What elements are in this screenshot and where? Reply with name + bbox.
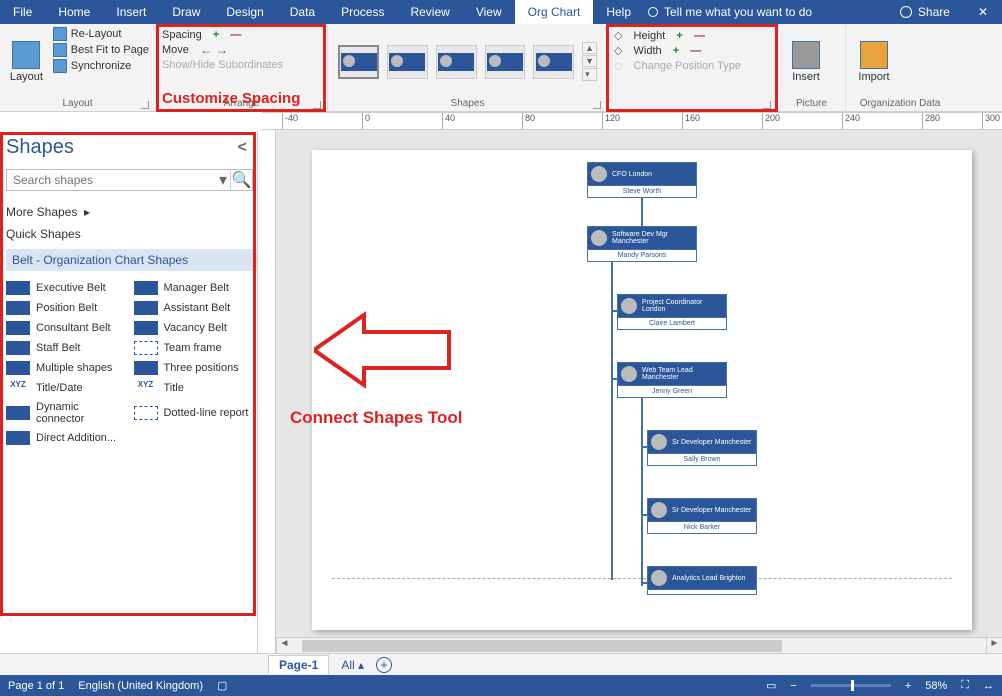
share-button[interactable]: Share xyxy=(886,5,964,19)
share-label: Share xyxy=(918,5,950,19)
group-label-orgdata: Organization Data xyxy=(852,96,948,111)
tell-me[interactable]: Tell me what you want to do xyxy=(648,5,886,19)
share-icon xyxy=(900,6,912,18)
import-button[interactable]: Import xyxy=(852,27,896,96)
horizontal-ruler: -40 0 40 80 120 160 200 240 280 300 xyxy=(262,112,1002,130)
tell-me-label: Tell me what you want to do xyxy=(664,5,812,19)
org-shape[interactable]: CFO LondonSteve Worth xyxy=(587,162,697,198)
shape-style-5[interactable] xyxy=(533,45,574,79)
org-shape[interactable]: Analytics Lead Brighton xyxy=(647,566,757,595)
tab-process[interactable]: Process xyxy=(328,0,397,24)
shapes-dialog-launcher[interactable] xyxy=(593,101,601,109)
org-shape-name: Mandy Parsons xyxy=(588,249,696,261)
org-shape-title: Project Coordinator London xyxy=(618,295,726,317)
org-shape-name: Steve Worth xyxy=(588,185,696,197)
org-shape-name: Sally Brown xyxy=(648,453,756,465)
org-shape[interactable]: Software Dev Mgr ManchesterMandy Parsons xyxy=(587,226,697,262)
relayout-button[interactable]: Re-Layout xyxy=(53,27,149,41)
shape-style-2[interactable] xyxy=(387,45,428,79)
zoom-level[interactable]: 58% xyxy=(925,680,947,692)
best-fit-button[interactable]: Best Fit to Page xyxy=(53,43,149,57)
org-shape[interactable]: Sr Developer ManchesterNick Barker xyxy=(647,498,757,534)
page[interactable]: CFO LondonSteve Worth Software Dev Mgr Ma… xyxy=(312,150,972,630)
tab-home[interactable]: Home xyxy=(45,0,103,24)
group-label-shapes: Shapes xyxy=(334,96,601,111)
tab-view[interactable]: View xyxy=(463,0,515,24)
org-shape-name xyxy=(648,589,756,594)
tab-org-chart[interactable]: Org Chart xyxy=(515,0,594,24)
annotation-arrow xyxy=(314,310,454,390)
drawing-canvas[interactable]: CFO LondonSteve Worth Software Dev Mgr Ma… xyxy=(258,130,1002,653)
all-pages-button[interactable]: All ▴ xyxy=(341,658,364,672)
shape-style-3[interactable] xyxy=(436,45,477,79)
scroll-right-icon[interactable]: ► xyxy=(986,638,1002,653)
layout-icon xyxy=(12,41,40,69)
org-shape-name: Jenny Green xyxy=(618,385,726,397)
org-shape-title: Web Team Lead Manchester xyxy=(618,363,726,385)
status-language[interactable]: English (United Kingdom) xyxy=(78,680,203,692)
scroll-left-icon[interactable]: ◄ xyxy=(276,638,292,653)
status-page: Page 1 of 1 xyxy=(8,680,64,692)
annotation-box-wh xyxy=(606,24,778,112)
page-tabs: Page-1 All ▴ + xyxy=(0,653,1002,675)
group-label-layout: Layout xyxy=(6,96,149,111)
tab-file[interactable]: File xyxy=(0,0,45,24)
bestfit-icon xyxy=(53,43,67,57)
annotation-label-spacing: Customize Spacing xyxy=(162,90,300,107)
tab-data[interactable]: Data xyxy=(277,0,328,24)
org-shape[interactable]: Sr Developer ManchesterSally Brown xyxy=(647,430,757,466)
shape-style-1[interactable] xyxy=(338,45,379,79)
layout-button[interactable]: Layout xyxy=(6,27,47,96)
vertical-ruler xyxy=(258,130,276,653)
group-label-picture: Picture xyxy=(784,96,839,111)
tab-draw[interactable]: Draw xyxy=(159,0,213,24)
zoom-out-icon[interactable]: − xyxy=(790,680,796,692)
macro-record-icon[interactable]: ▢ xyxy=(217,679,227,692)
org-shape-name: Claire Lambert xyxy=(618,317,726,329)
org-shape-title: Sr Developer Manchester xyxy=(648,431,756,453)
insert-picture-icon xyxy=(792,41,820,69)
tab-review[interactable]: Review xyxy=(397,0,462,24)
fit-page-icon[interactable]: ⛶ xyxy=(961,679,969,692)
shapes-gallery-scroll[interactable]: ▲▼▾ xyxy=(582,42,597,81)
scroll-thumb[interactable] xyxy=(302,640,782,652)
fit-width-icon[interactable]: ↔ xyxy=(983,680,994,692)
org-shape-title: Analytics Lead Brighton xyxy=(648,567,756,589)
horizontal-scrollbar[interactable]: ◄ ► xyxy=(276,637,1002,653)
bulb-icon xyxy=(648,7,658,17)
org-shape[interactable]: Project Coordinator LondonClaire Lambert xyxy=(617,294,727,330)
org-shape-title: Sr Developer Manchester xyxy=(648,499,756,521)
annotation-box-shapes xyxy=(0,132,256,616)
add-page-button[interactable]: + xyxy=(376,657,392,673)
synchronize-button[interactable]: Synchronize xyxy=(53,59,149,73)
shape-style-4[interactable] xyxy=(485,45,526,79)
tab-help[interactable]: Help xyxy=(593,0,644,24)
annotation-label-connect: Connect Shapes Tool xyxy=(290,408,463,428)
layout-dialog-launcher[interactable] xyxy=(141,101,149,109)
tab-insert[interactable]: Insert xyxy=(103,0,159,24)
import-icon xyxy=(860,41,888,69)
insert-picture-button[interactable]: Insert xyxy=(784,27,828,96)
zoom-in-icon[interactable]: + xyxy=(905,680,911,692)
page-tab-1[interactable]: Page-1 xyxy=(268,655,329,674)
ribbon-tabs-bar: File Home Insert Draw Design Data Proces… xyxy=(0,0,1002,24)
org-shape[interactable]: Web Team Lead ManchesterJenny Green xyxy=(617,362,727,398)
presentation-mode-icon[interactable]: ▭ xyxy=(766,679,776,692)
org-shape-title: Software Dev Mgr Manchester xyxy=(588,227,696,249)
org-shape-title: CFO London xyxy=(588,163,696,185)
zoom-slider[interactable] xyxy=(811,684,891,687)
status-bar: Page 1 of 1 English (United Kingdom) ▢ ▭… xyxy=(0,675,1002,696)
window-close[interactable]: ✕ xyxy=(964,5,1002,19)
org-shape-name: Nick Barker xyxy=(648,521,756,533)
relayout-icon xyxy=(53,27,67,41)
ribbon: Layout Re-Layout Best Fit to Page Synchr… xyxy=(0,24,1002,112)
sync-icon xyxy=(53,59,67,73)
tab-design[interactable]: Design xyxy=(213,0,276,24)
